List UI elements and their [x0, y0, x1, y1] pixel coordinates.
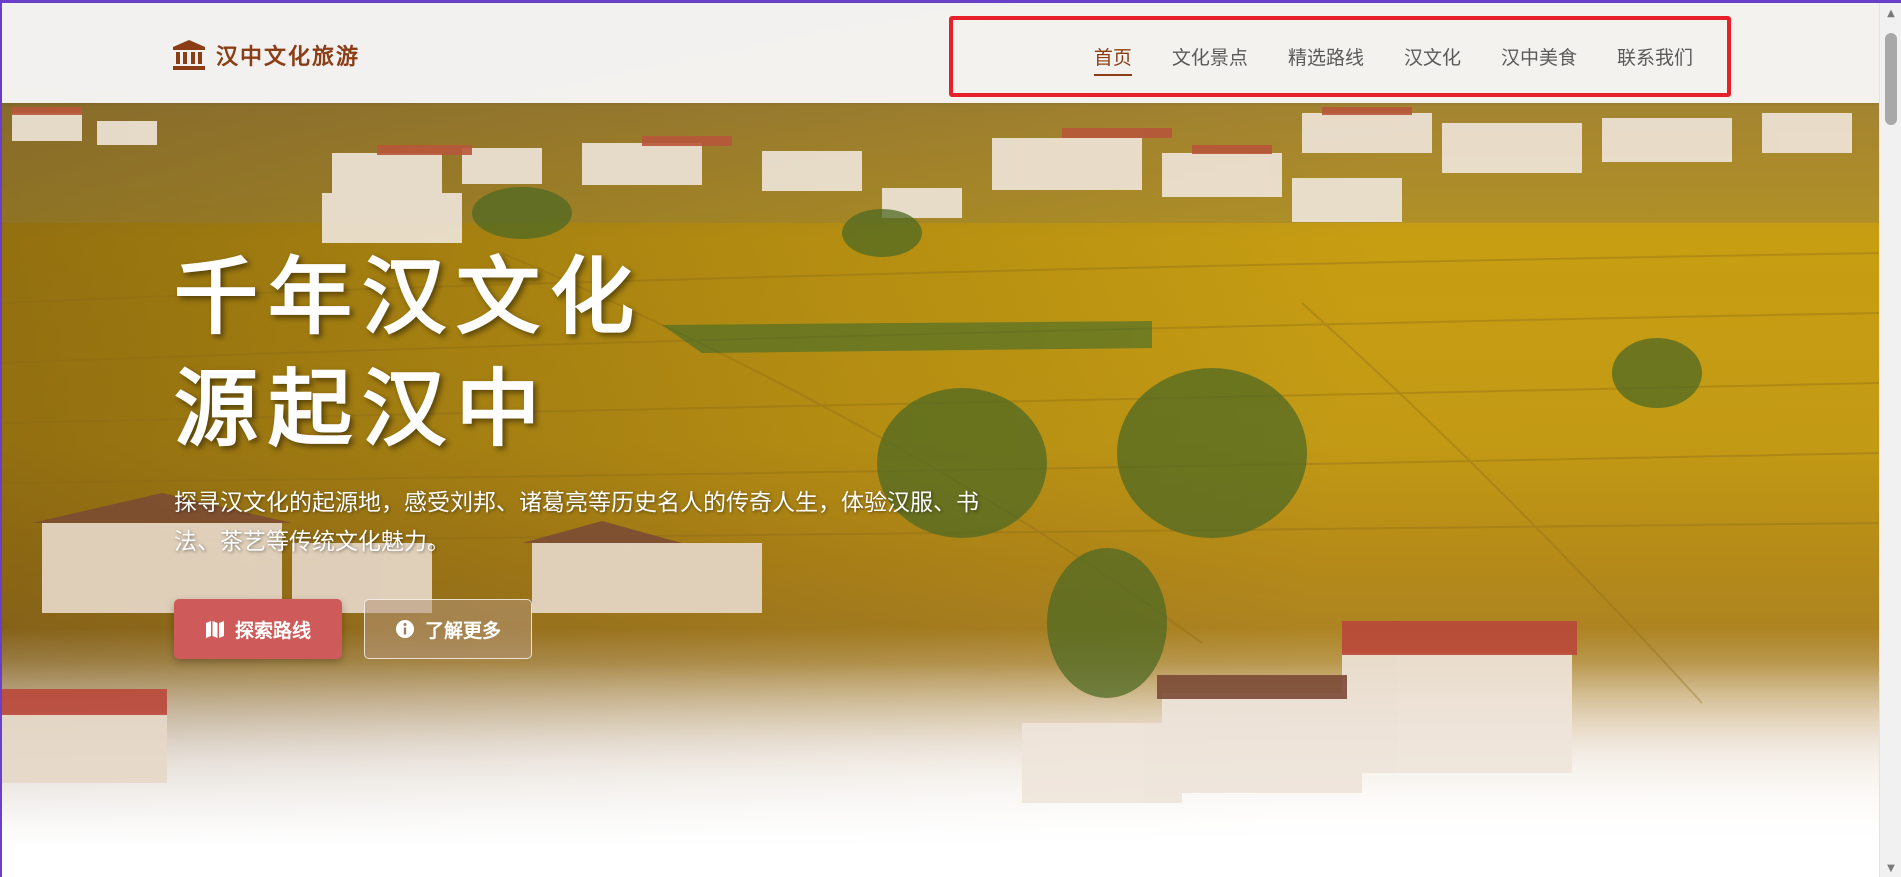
scroll-up-arrow-icon[interactable]: ▲ — [1880, 5, 1901, 23]
nav-item-attractions[interactable]: 文化景点 — [1172, 43, 1248, 76]
explore-routes-button[interactable]: 探索路线 — [174, 599, 342, 659]
page-scrollbar[interactable]: ▲ ▼ — [1879, 3, 1901, 877]
nav-item-home[interactable]: 首页 — [1093, 43, 1132, 76]
scroll-down-arrow-icon[interactable]: ▼ — [1880, 860, 1901, 877]
hero-title-line2: 源起汉中 — [174, 359, 551, 458]
site-logo[interactable]: 汉中文化旅游 — [172, 39, 360, 71]
nav-item-routes[interactable]: 精选路线 — [1288, 43, 1364, 76]
learn-more-button[interactable]: 了解更多 — [364, 599, 532, 659]
site-header: 汉中文化旅游 首页 文化景点 精选路线 汉文化 汉中美食 联系我们 — [2, 3, 1879, 103]
map-icon — [205, 621, 224, 638]
hero-title: 千年汉文化 源起汉中 — [174, 241, 644, 465]
scroll-thumb[interactable] — [1885, 33, 1897, 125]
main-nav: 首页 文化景点 精选路线 汉文化 汉中美食 联系我们 — [1054, 43, 1693, 76]
logo-text: 汉中文化旅游 — [216, 45, 361, 70]
landmark-icon — [173, 40, 205, 70]
info-circle-icon — [395, 620, 414, 638]
nav-item-contact[interactable]: 联系我们 — [1617, 43, 1693, 76]
hero-title-line1: 千年汉文化 — [174, 247, 645, 346]
nav-item-food[interactable]: 汉中美食 — [1501, 43, 1577, 76]
explore-routes-label: 探索路线 — [234, 619, 311, 642]
nav-item-han-culture[interactable]: 汉文化 — [1404, 43, 1461, 76]
learn-more-label: 了解更多 — [424, 619, 501, 642]
hero-description: 探寻汉文化的起源地，感受刘邦、诸葛亮等历史名人的传奇人生，体验汉服、书法、茶艺等… — [174, 490, 979, 555]
